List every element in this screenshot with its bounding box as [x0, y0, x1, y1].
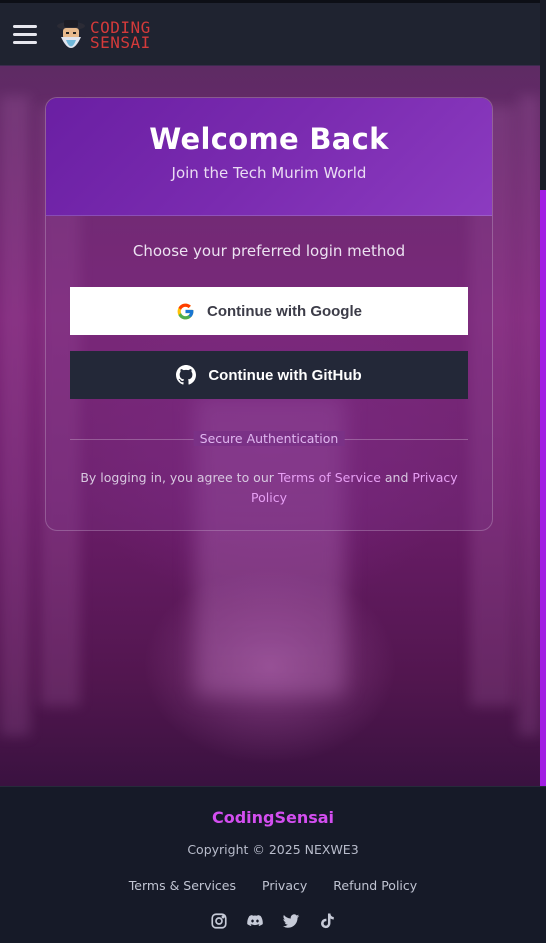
- discord-icon[interactable]: [246, 912, 264, 930]
- footer-links: Terms & Services Privacy Refund Policy: [0, 878, 546, 893]
- page-subtitle: Join the Tech Murim World: [171, 164, 367, 182]
- github-icon: [176, 365, 197, 385]
- instagram-icon[interactable]: [210, 912, 228, 930]
- logo-wordmark: CODING SENSAI: [90, 20, 170, 52]
- sensai-mascot-icon: [57, 20, 85, 48]
- logo-line-2: SENSAI: [90, 33, 151, 52]
- google-login-label: Continue with Google: [207, 302, 362, 320]
- footer-link-refund[interactable]: Refund Policy: [333, 878, 417, 893]
- secure-auth-divider: Secure Authentication: [70, 431, 468, 447]
- legal-notice: By logging in, you agree to our Terms of…: [74, 468, 464, 508]
- page-title: Welcome Back: [149, 122, 389, 156]
- footer-link-privacy[interactable]: Privacy: [262, 878, 307, 893]
- github-login-button[interactable]: Continue with GitHub: [70, 351, 468, 399]
- background-pillar: [518, 96, 540, 736]
- legal-prefix: By logging in, you agree to our: [80, 470, 274, 485]
- github-login-label: Continue with GitHub: [208, 366, 362, 384]
- footer-link-terms[interactable]: Terms & Services: [129, 878, 236, 893]
- google-login-button[interactable]: Continue with Google: [70, 287, 468, 335]
- top-navbar: CODING SENSAI: [0, 0, 540, 66]
- background-pillar: [0, 96, 30, 736]
- legal-and: and: [384, 470, 409, 485]
- twitter-icon[interactable]: [282, 912, 300, 930]
- hamburger-menu-icon[interactable]: [13, 25, 37, 45]
- footer-copyright: Copyright © 2025 NEXWE3: [187, 842, 359, 857]
- tiktok-icon[interactable]: [318, 912, 336, 930]
- divider-label: Secure Authentication: [193, 431, 345, 446]
- login-card-header: Welcome Back Join the Tech Murim World: [46, 98, 492, 216]
- scrollbar-thumb[interactable]: [540, 190, 546, 786]
- login-card: Welcome Back Join the Tech Murim World C…: [45, 97, 493, 531]
- site-footer: CodingSensai Copyright © 2025 NEXWE3 Ter…: [0, 786, 546, 943]
- social-links: [0, 912, 546, 930]
- terms-of-service-link[interactable]: Terms of Service: [278, 470, 381, 485]
- login-method-prompt: Choose your preferred login method: [132, 242, 406, 260]
- footer-brand[interactable]: CodingSensai: [0, 808, 546, 827]
- google-icon: [177, 303, 194, 319]
